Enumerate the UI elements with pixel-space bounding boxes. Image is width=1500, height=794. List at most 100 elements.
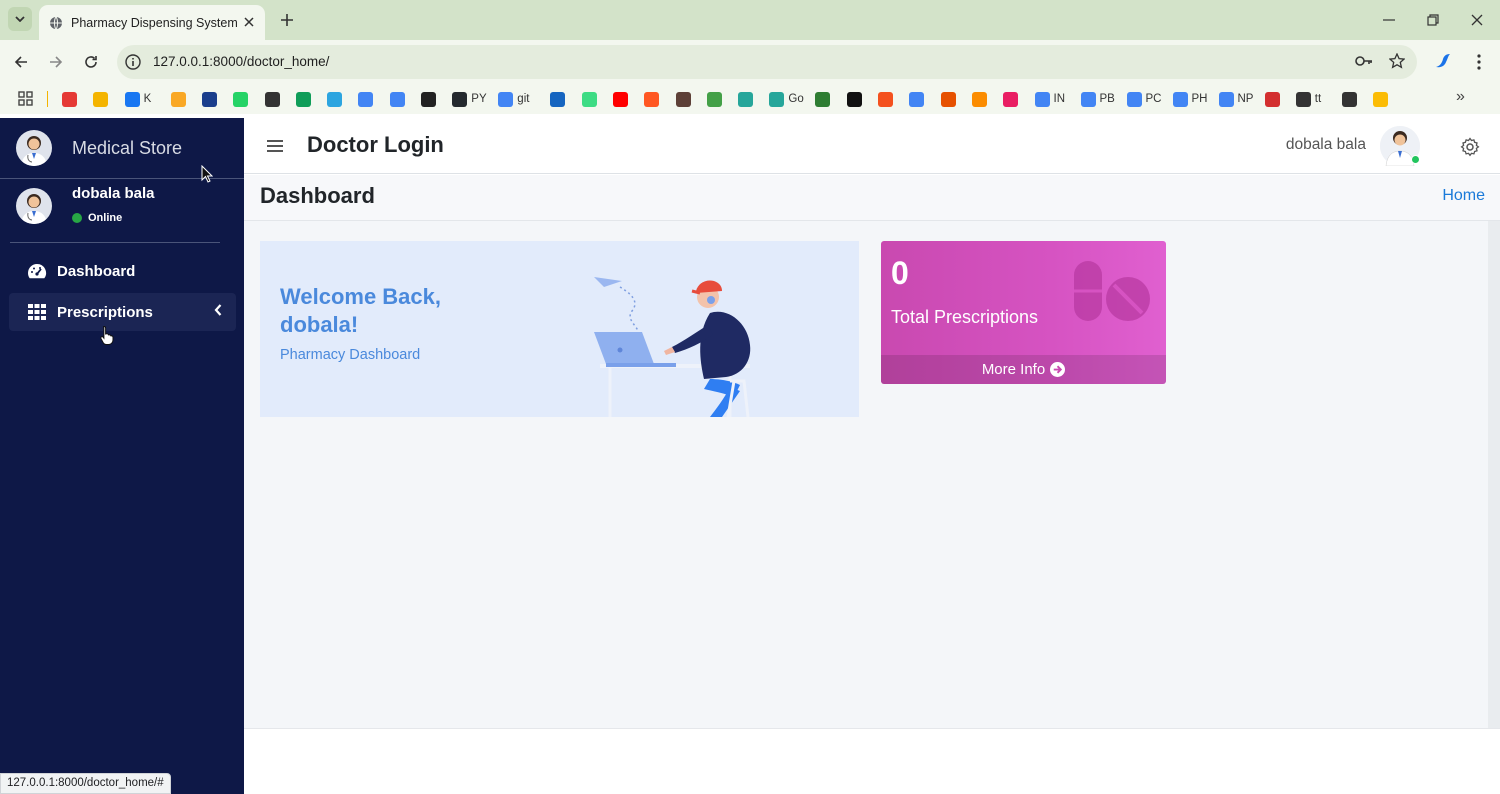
page-heading: Doctor Login	[307, 132, 444, 157]
mouse-cursor-arrow-icon	[201, 165, 213, 183]
bookmark-item[interactable]: PY	[452, 90, 487, 108]
bookmark-item[interactable]: NP	[1218, 90, 1253, 108]
tab-search-button[interactable]	[8, 7, 32, 31]
bookmark-item[interactable]	[264, 90, 280, 108]
bookmark-item[interactable]: Go	[769, 90, 804, 108]
bookmark-item[interactable]	[1373, 90, 1389, 108]
back-button[interactable]	[10, 51, 32, 73]
hamburger-menu-icon[interactable]	[267, 139, 283, 153]
bookmark-item[interactable]	[170, 90, 186, 108]
bookmark-favicon-icon	[93, 91, 109, 107]
bookmark-favicon-icon	[878, 91, 893, 107]
prescriptions-count: 0	[891, 255, 909, 291]
bookmark-item[interactable]	[581, 90, 597, 108]
new-tab-button[interactable]	[277, 10, 297, 30]
bookmark-favicon-icon	[1341, 91, 1357, 107]
bookmark-item[interactable]	[878, 90, 893, 108]
bookmark-item[interactable]	[421, 90, 436, 108]
bookmark-item[interactable]	[971, 90, 987, 108]
restore-button[interactable]	[1421, 8, 1445, 32]
bookmark-item[interactable]	[706, 90, 722, 108]
bookmark-item[interactable]	[909, 90, 925, 108]
browser-menu-button[interactable]	[1470, 51, 1488, 73]
bookmark-item[interactable]	[201, 90, 217, 108]
prescriptions-label: Total Prescriptions	[891, 307, 1039, 327]
sidebar-item-dashboard[interactable]: Dashboard	[9, 252, 236, 290]
browser-tabbar: Pharmacy Dispensing System	[0, 0, 1500, 40]
bookmarks-overflow-icon[interactable]: »	[1456, 88, 1465, 106]
main-header: Doctor Login dobala bala	[244, 118, 1500, 174]
bookmark-item[interactable]	[358, 90, 374, 108]
tab-close-button[interactable]	[241, 14, 257, 30]
gear-icon[interactable]	[1460, 137, 1480, 157]
bookmark-item[interactable]	[846, 90, 862, 108]
bookmark-favicon-icon	[675, 91, 691, 107]
more-vertical-icon	[1477, 54, 1481, 70]
online-status-text: Online	[88, 212, 123, 224]
sidebar-item-prescriptions[interactable]: Prescriptions	[9, 293, 236, 331]
forward-button[interactable]	[45, 51, 67, 73]
bookmark-favicon-icon	[1295, 91, 1311, 107]
bookmark-item[interactable]	[940, 90, 956, 108]
bookmark-favicon-icon	[706, 91, 722, 107]
header-user-name[interactable]: dobala bala	[1286, 136, 1366, 154]
bookmark-item[interactable]	[295, 90, 311, 108]
bookmark-item[interactable]	[1003, 90, 1019, 108]
bookmark-item[interactable]	[550, 90, 566, 108]
extension-icon[interactable]	[1432, 51, 1454, 73]
bookmark-label: IN	[1053, 93, 1066, 105]
content-wrapper: Dashboard Home Welcome Back, dobala! Pha…	[244, 175, 1500, 728]
bookmark-favicon-icon	[738, 91, 754, 107]
scrollbar-track[interactable]	[1488, 221, 1500, 728]
minimize-icon	[1383, 19, 1395, 21]
reload-button[interactable]	[80, 51, 102, 73]
bookmark-favicon-icon	[295, 91, 311, 107]
bookmark-favicon-icon	[327, 91, 343, 107]
sidebar: Medical Store dobala bala Online Dashboa…	[0, 118, 244, 794]
bookmark-item[interactable]: git	[498, 90, 529, 108]
bookmark-item[interactable]: PB	[1080, 90, 1115, 108]
bookmark-item[interactable]	[612, 90, 628, 108]
bookmark-item[interactable]	[644, 90, 660, 108]
bookmark-item[interactable]: IN	[1034, 90, 1066, 108]
welcome-line-2: dobala!	[280, 312, 359, 337]
bookmark-item[interactable]	[93, 90, 109, 108]
sidebar-user-name: dobala bala	[72, 185, 155, 202]
bookmark-item[interactable]	[327, 90, 343, 108]
bookmark-favicon-icon	[124, 91, 140, 107]
bookmark-favicon-icon	[233, 91, 249, 107]
bookmark-favicon-icon	[612, 91, 628, 107]
header-user-avatar[interactable]	[1380, 126, 1420, 167]
bookmark-label: PB	[1099, 93, 1115, 105]
bookmark-favicon-icon	[358, 91, 374, 107]
bookmark-favicon-icon	[498, 91, 514, 107]
user-panel[interactable]: dobala bala Online	[0, 180, 244, 242]
bookmark-item[interactable]	[675, 90, 691, 108]
bookmark-item[interactable]	[815, 90, 831, 108]
close-window-button[interactable]	[1465, 8, 1489, 32]
bookmark-favicon-icon	[170, 91, 186, 107]
bookmark-item[interactable]: PC	[1126, 90, 1161, 108]
more-info-link[interactable]: More Info	[881, 355, 1166, 384]
bookmark-item[interactable]	[738, 90, 754, 108]
bookmark-item[interactable]	[389, 90, 405, 108]
welcome-heading: Welcome Back, dobala!	[280, 283, 441, 339]
close-icon	[244, 17, 254, 27]
bookmark-item[interactable]	[1264, 90, 1280, 108]
apps-grid-icon[interactable]	[18, 91, 33, 106]
bookmark-favicon-icon	[940, 91, 956, 107]
tab-title: Pharmacy Dispensing System	[71, 15, 238, 30]
address-bar[interactable]: 127.0.0.1:8000/doctor_home/	[117, 45, 1417, 79]
bookmark-item[interactable]	[1341, 90, 1357, 108]
bookmark-item[interactable]: PH	[1172, 90, 1207, 108]
breadcrumb-home-link[interactable]: Home	[1442, 187, 1485, 205]
browser-tab[interactable]: Pharmacy Dispensing System	[39, 5, 265, 40]
bookmark-item[interactable]	[62, 90, 77, 108]
url-text: 127.0.0.1:8000/doctor_home/	[153, 54, 330, 69]
pills-icon	[1074, 261, 1150, 321]
minimize-button[interactable]	[1377, 8, 1401, 32]
bookmark-item[interactable]: K	[124, 90, 151, 108]
more-info-label: More Info	[981, 361, 1046, 378]
bookmark-item[interactable]	[233, 90, 249, 108]
bookmark-item[interactable]: tt	[1295, 90, 1321, 108]
